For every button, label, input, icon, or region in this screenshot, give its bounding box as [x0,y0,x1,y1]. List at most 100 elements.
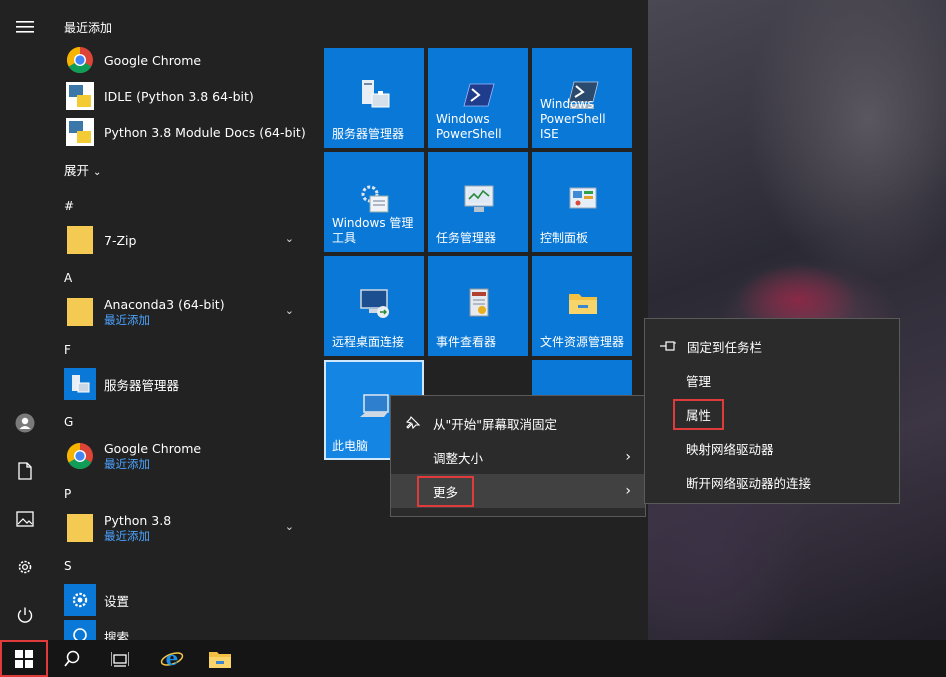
app-anaconda[interactable]: Anaconda3 (64-bit) 最近添加 ⌄ [64,294,304,330]
pictures-icon[interactable] [10,504,40,534]
search-icon [64,650,80,667]
server-manager-icon [362,80,390,108]
app-7zip[interactable]: 7-Zip ⌄ [64,222,304,258]
menu-item-unpin[interactable]: 从"开始"屏幕取消固定 [391,406,645,440]
chevron-down-icon[interactable]: ⌄ [285,520,294,533]
menu-item-label: 从"开始"屏幕取消固定 [433,416,557,432]
app-name: 搜索 [104,629,130,641]
menu-item-more[interactable]: 更多 › [391,474,645,508]
event-viewer-icon [469,288,489,317]
recently-added-label: 最近添加 [104,456,150,471]
menu-item-label: 更多 [416,475,475,507]
powershell-icon [463,83,495,107]
app-name: IDLE (Python 3.8 64-bit) [104,88,254,104]
chevron-down-icon[interactable]: ⌄ [285,304,294,317]
app-name: 7-Zip [104,232,137,248]
control-panel-icon [569,187,597,209]
recent-header: 最近添加 [64,21,113,35]
unpin-icon [405,415,421,431]
tile-remote-desktop[interactable]: 远程桌面连接 [324,256,424,356]
tile-task-manager[interactable]: 任务管理器 [428,152,528,252]
app-python[interactable]: Python 3.8 最近添加 ⌄ [64,510,304,546]
python-idle-icon [64,80,96,112]
taskbar-ie-button[interactable]: e [148,640,196,677]
hamburger-menu-icon[interactable] [10,12,40,42]
group-header-g[interactable]: G [64,415,73,429]
task-view-button[interactable] [96,640,144,677]
tile-powershell[interactable]: Windows PowerShell [428,48,528,148]
file-explorer-icon [209,651,231,668]
windows-logo-icon [15,649,33,668]
menu-item-label: 断开网络驱动器的连接 [686,475,812,491]
file-explorer-icon [569,294,597,314]
documents-icon[interactable] [10,456,40,486]
task-view-icon [111,651,129,667]
app-search[interactable]: 搜索 [64,618,304,640]
tile-partial[interactable] [532,360,632,396]
expand-button[interactable]: 展开 ⌄ [64,160,101,179]
folder-icon [64,224,96,256]
tile-control-panel[interactable]: 控制面板 [532,152,632,252]
server-manager-icon [64,368,96,400]
app-python-docs[interactable]: Python 3.8 Module Docs (64-bit) [64,114,306,150]
app-settings[interactable]: 设置 [64,582,304,618]
tile-context-menu: 从"开始"屏幕取消固定 调整大小 › 更多 › [390,395,646,517]
settings-gear-icon [64,584,96,616]
group-header-p[interactable]: P [64,487,71,501]
user-avatar-icon[interactable] [10,408,40,438]
tile-label: 控制面板 [540,231,589,245]
menu-item-label: 固定到任务栏 [687,339,763,355]
menu-item-label: 管理 [686,373,712,389]
tile-server-manager[interactable]: 服务器管理器 [324,48,424,148]
expand-label: 展开 [64,163,90,178]
menu-item-disconnect-drive[interactable]: 断开网络驱动器的连接 [645,465,899,499]
tile-label: 远程桌面连接 [332,335,405,349]
menu-item-label: 调整大小 [433,450,484,466]
tile-label: 服务器管理器 [332,127,405,141]
app-idle[interactable]: IDLE (Python 3.8 64-bit) [64,78,304,114]
recently-added-label: 最近添加 [104,528,150,543]
menu-item-label: 属性 [672,398,725,430]
group-header-f[interactable]: F [64,343,71,357]
power-icon[interactable] [10,600,40,630]
tile-label: Windows PowerShell ISE [540,97,606,141]
start-button[interactable] [0,640,48,677]
pin-icon [659,340,677,352]
menu-item-manage[interactable]: 管理 [645,363,899,397]
taskbar-search-button[interactable] [48,640,96,677]
tile-powershell-ise[interactable]: Windows PowerShell ISE [532,48,632,148]
this-pc-icon [360,394,389,417]
tile-label: 任务管理器 [436,231,497,245]
app-server-manager[interactable]: 服务器管理器 [64,366,304,402]
app-name: Google Chrome [104,52,202,68]
menu-item-map-drive[interactable]: 映射网络驱动器 [645,431,899,465]
tile-file-explorer[interactable]: 文件资源管理器 [532,256,632,356]
taskbar-file-explorer-button[interactable] [196,640,244,677]
task-manager-icon [464,185,494,212]
menu-item-properties[interactable]: 属性 [645,397,899,431]
group-header-s[interactable]: S [64,559,72,573]
chevron-down-icon: ⌄ [93,167,102,178]
group-header-a[interactable]: A [64,271,72,285]
tile-event-viewer[interactable]: 事件查看器 [428,256,528,356]
tile-label: Windows PowerShell [436,112,502,141]
start-rail [0,0,50,640]
admin-tools-icon [361,185,389,213]
app-google-chrome-recent[interactable]: Google Chrome [64,42,304,78]
search-icon [64,620,96,640]
app-google-chrome[interactable]: Google Chrome 最近添加 [64,438,304,474]
tile-label: 事件查看器 [436,335,497,349]
menu-item-resize[interactable]: 调整大小 › [391,440,645,474]
group-header-hash[interactable]: # [64,199,74,213]
chevron-right-icon: › [625,449,631,465]
recently-added-label: 最近添加 [104,312,150,327]
chevron-down-icon[interactable]: ⌄ [285,232,294,245]
app-name: Anaconda3 (64-bit) [104,296,225,312]
app-name: Python 3.8 [104,512,172,528]
more-submenu: 固定到任务栏 管理 属性 映射网络驱动器 断开网络驱动器的连接 [644,318,900,504]
app-name: Google Chrome [104,440,202,456]
tile-admin-tools[interactable]: Windows 管理工具 [324,152,424,252]
menu-item-pin-taskbar[interactable]: 固定到任务栏 [645,329,899,363]
settings-gear-icon[interactable] [10,552,40,582]
svg-text:e: e [166,647,179,670]
